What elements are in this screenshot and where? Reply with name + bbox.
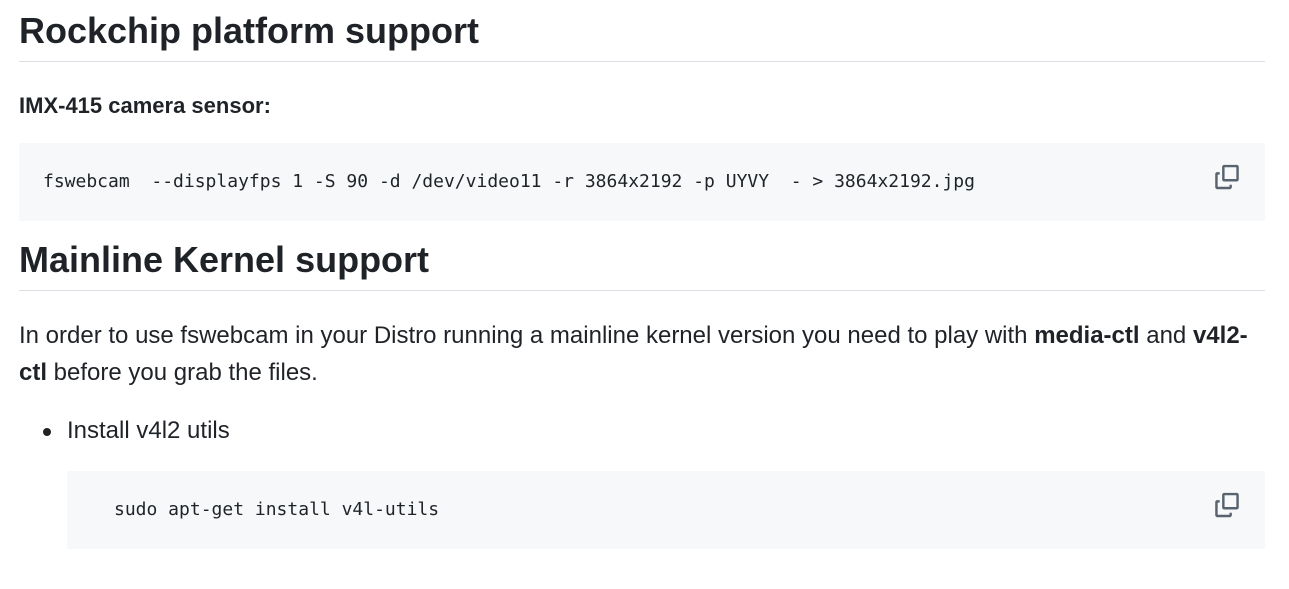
readme-content: Rockchip platform support IMX-415 camera… [19, 0, 1265, 549]
steps-list: Install v4l2 utils [19, 415, 1265, 447]
rockchip-heading: Rockchip platform support [19, 0, 1265, 63]
paragraph-text: before you grab the files. [47, 358, 318, 386]
imx-subheading: IMX-415 camera sensor: [19, 93, 271, 119]
copy-icon [1215, 164, 1239, 189]
mainline-heading: Mainline Kernel support [19, 238, 1265, 291]
copy-icon [1215, 492, 1239, 518]
list-item-text: Install v4l2 utils [67, 416, 230, 444]
paragraph-text: In order to use fswebcam in your Distro … [19, 321, 1035, 349]
media-ctl-term: media-ctl [1034, 321, 1140, 349]
utils-code-text: sudo apt-get install v4l-utils [114, 498, 440, 520]
copy-button[interactable] [1213, 163, 1241, 191]
paragraph-text: and [1139, 321, 1193, 349]
imx-code-text: fswebcam --displayfps 1 -S 90 -d /dev/vi… [43, 170, 975, 192]
list-item: Install v4l2 utils [19, 415, 1265, 447]
imx-code-block: fswebcam --displayfps 1 -S 90 -d /dev/vi… [19, 142, 1265, 221]
mainline-paragraph: In order to use fswebcam in your Distro … [19, 317, 1265, 391]
copy-button[interactable] [1213, 491, 1241, 519]
bullet-icon [43, 427, 51, 436]
utils-code-block: sudo apt-get install v4l-utils [67, 470, 1265, 549]
